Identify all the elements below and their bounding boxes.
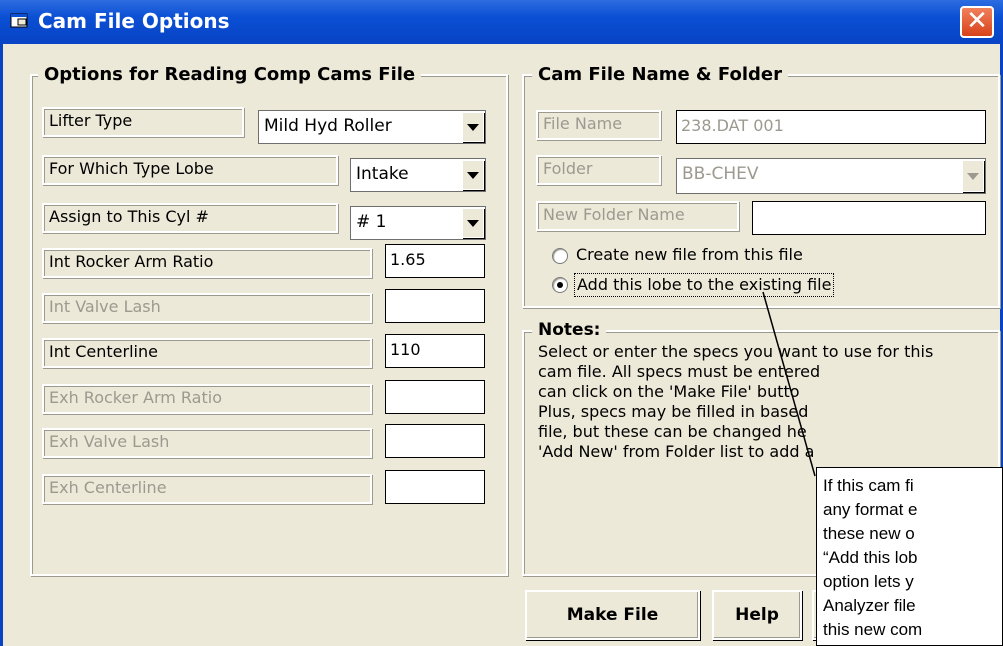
callout-line: any format e: [823, 500, 918, 519]
lifter-type-dropdown-button[interactable]: [462, 112, 484, 142]
add-lobe-radio[interactable]: [552, 277, 568, 293]
chevron-down-icon: [467, 123, 479, 131]
file-name-label: File Name: [536, 110, 661, 140]
lifter-type-value: Mild Hyd Roller: [264, 116, 392, 136]
int-valve-lash-label: Int Valve Lash: [42, 293, 372, 323]
callout-line: this new com: [823, 620, 923, 639]
lifter-type-label: Lifter Type: [42, 107, 244, 137]
radio-selected-dot: [557, 282, 563, 288]
callout-line: “Add this lob: [823, 548, 918, 567]
exh-valve-lash-label: Exh Valve Lash: [42, 428, 372, 458]
exh-valve-lash-field[interactable]: [385, 424, 485, 458]
exh-rocker-ratio-field[interactable]: [385, 380, 485, 414]
exh-centerline-field[interactable]: [385, 470, 485, 504]
int-centerline-label: Int Centerline: [42, 338, 372, 368]
lobe-type-dropdown-button[interactable]: [462, 160, 484, 190]
new-folder-field[interactable]: [752, 201, 986, 235]
callout-line: Analyzer file: [823, 596, 916, 615]
folder-value: BB-CHEV: [682, 164, 759, 184]
close-button[interactable]: ✕: [960, 6, 994, 38]
exh-rocker-ratio-label: Exh Rocker Arm Ratio: [42, 384, 372, 414]
folder-dropdown-button[interactable]: [962, 160, 984, 192]
lifter-type-dropdown[interactable]: Mild Hyd Roller: [258, 110, 486, 144]
callout-line: If this cam fi: [823, 476, 914, 495]
cylinder-label: Assign to This Cyl #: [42, 203, 338, 233]
chevron-down-icon: [467, 219, 479, 227]
callout-pointer-line: [762, 291, 816, 477]
int-centerline-field[interactable]: 110: [385, 334, 485, 368]
cylinder-dropdown-button[interactable]: [462, 208, 484, 238]
folder-label: Folder: [536, 155, 661, 185]
file-name-field[interactable]: 238.DAT 001: [676, 110, 986, 144]
cylinder-value: # 1: [356, 212, 387, 232]
notes-title: Notes:: [532, 319, 607, 341]
window-title: Cam File Options: [38, 9, 230, 33]
folder-dropdown[interactable]: BB-CHEV: [676, 158, 986, 194]
chevron-down-icon: [467, 171, 479, 179]
exh-centerline-label: Exh Centerline: [42, 474, 372, 504]
help-button[interactable]: Help: [712, 590, 802, 640]
cylinder-dropdown[interactable]: # 1: [350, 206, 486, 240]
lobe-type-value: Intake: [356, 164, 409, 184]
callout-box: If this cam fi any format e these new o …: [816, 467, 1003, 646]
new-folder-label: New Folder Name: [536, 201, 739, 231]
lobe-type-label: For Which Type Lobe: [42, 155, 338, 185]
file-name-folder-title: Cam File Name & Folder: [532, 64, 788, 86]
callout-line: option lets y: [823, 572, 914, 591]
callout-line: these new o: [823, 524, 915, 543]
int-valve-lash-field[interactable]: [385, 289, 485, 323]
make-file-button[interactable]: Make File: [525, 590, 700, 640]
create-new-file-radio[interactable]: [552, 248, 568, 264]
int-rocker-ratio-field[interactable]: 1.65: [385, 244, 485, 278]
int-rocker-ratio-label: Int Rocker Arm Ratio: [42, 248, 372, 278]
reading-options-title: Options for Reading Comp Cams File: [38, 64, 422, 86]
chevron-down-icon: [967, 172, 979, 180]
lobe-type-dropdown[interactable]: Intake: [350, 158, 486, 192]
create-new-file-label[interactable]: Create new file from this file: [576, 244, 803, 266]
app-icon: [10, 13, 28, 28]
